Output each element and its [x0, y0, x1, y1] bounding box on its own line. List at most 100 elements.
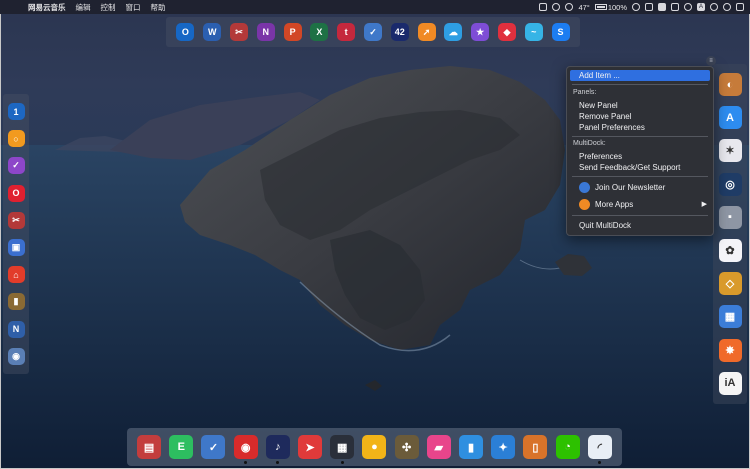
app-glyph: ◜ — [597, 441, 602, 454]
notification-center-icon[interactable] — [736, 3, 744, 11]
menu-edit[interactable]: 编辑 — [76, 2, 91, 13]
netease-music-app-icon[interactable]: ◉ — [233, 435, 258, 464]
more-apps-menu-item[interactable]: More Apps ▶ — [567, 199, 713, 210]
robot-app-icon[interactable]: ▪ — [718, 205, 742, 229]
flower-app-icon[interactable]: ✸ — [718, 338, 742, 362]
search-status-icon[interactable] — [565, 3, 574, 11]
app-glyph: ▪ — [728, 211, 732, 224]
clock-icon[interactable] — [684, 3, 692, 11]
home-app-icon[interactable]: ⌂ — [7, 266, 25, 284]
running-indicator — [244, 461, 248, 464]
loading-app-icon[interactable]: ◜ — [587, 435, 612, 464]
app-glyph: ➚ — [422, 26, 431, 37]
timer-icon[interactable] — [632, 3, 640, 11]
screen-mirror-icon[interactable] — [658, 3, 666, 11]
weather-app-icon[interactable]: ☁ — [444, 23, 463, 41]
bird-app-icon[interactable]: ➤ — [298, 435, 323, 459]
toolbox-app-icon[interactable]: t — [337, 23, 356, 41]
star-app-icon[interactable]: ★ — [471, 23, 490, 41]
input-source-icon[interactable]: A — [697, 3, 705, 11]
spotlight-icon[interactable] — [723, 3, 731, 11]
app-glyph: ✓ — [208, 441, 219, 454]
temperature-label[interactable]: 47° — [578, 3, 589, 12]
right-dock: ◐ A ✶ ◎ ▪ ✿ ◇ ▦ ✸ iA — [713, 64, 747, 404]
ia-writer-app-icon[interactable]: iA — [718, 371, 742, 395]
preferences-menu-item[interactable]: Preferences — [567, 151, 713, 162]
shield-app-icon[interactable]: ◆ — [497, 23, 516, 41]
apple-icon[interactable] — [10, 3, 18, 12]
send-feedback-menu-item[interactable]: Send Feedback/Get Support — [567, 162, 713, 173]
mosaic-app-icon[interactable]: ▤ — [137, 435, 162, 459]
excel-app-icon[interactable]: X — [310, 23, 329, 41]
menu-separator — [572, 84, 708, 85]
menu-control[interactable]: 控制 — [101, 2, 116, 13]
powerpoint-app-icon[interactable]: P — [283, 23, 302, 41]
bluetooth-icon[interactable] — [671, 3, 679, 11]
shazam-app-icon[interactable]: S — [551, 23, 570, 41]
menu-separator — [572, 215, 708, 216]
quit-multidock-menu-item[interactable]: Quit MultiDock — [567, 220, 713, 231]
paw-app-icon[interactable]: ✓ — [363, 23, 382, 41]
tool-app-icon[interactable]: ✂ — [7, 211, 25, 229]
rocket-app-icon[interactable]: ➚ — [417, 23, 436, 41]
panel-preferences-menu-item[interactable]: Panel Preferences — [567, 122, 713, 133]
door-app-icon[interactable]: ▯ — [523, 435, 548, 459]
tool-app-icon[interactable]: ✂ — [229, 23, 248, 41]
app-glyph: ◉ — [240, 441, 251, 454]
screen-app-icon[interactable]: ▣ — [7, 239, 25, 257]
menu-help[interactable]: 帮助 — [151, 2, 166, 13]
coin-app-icon[interactable]: ● — [362, 435, 387, 459]
ntfs-app-icon[interactable]: N — [7, 320, 25, 338]
add-item-menu-item[interactable]: Add Item ... — [570, 70, 710, 81]
new-panel-menu-item[interactable]: New Panel — [567, 100, 713, 111]
spark-app-icon[interactable]: ✶ — [718, 139, 742, 163]
tasks-app-icon[interactable]: ✓ — [7, 157, 25, 175]
menu-separator — [572, 176, 708, 177]
eraser-app-icon[interactable]: ▰ — [426, 435, 451, 459]
display-icon[interactable] — [539, 3, 548, 11]
battery-indicator[interactable]: 100% — [594, 3, 627, 12]
app-glyph: ▦ — [337, 441, 348, 454]
toolkit-app-icon[interactable]: ✣ — [394, 435, 419, 459]
wechat-app-icon[interactable]: ◔ — [555, 435, 580, 459]
music-bird-app-icon[interactable]: ♪ — [265, 435, 290, 464]
1password-app-icon[interactable]: 1 — [7, 103, 25, 121]
app-glyph: ◎ — [725, 178, 735, 191]
app-glyph: S — [557, 27, 564, 37]
app-glyph: P — [289, 27, 296, 37]
pinwheel-app-icon[interactable]: ✿ — [718, 239, 742, 263]
battery-icon — [594, 4, 607, 10]
opera-app-icon[interactable]: O — [7, 184, 25, 202]
circle-app-icon[interactable]: ○ — [7, 130, 25, 148]
app-store-app-icon[interactable]: A — [718, 106, 742, 130]
word-app-icon[interactable]: W — [203, 23, 222, 41]
disk-app-icon[interactable]: ◉ — [7, 347, 25, 365]
paw-app-icon[interactable]: ✓ — [201, 435, 226, 459]
42-app-icon[interactable]: 42 — [390, 23, 409, 41]
keka-app-icon[interactable]: ◐ — [718, 73, 742, 97]
sync-icon[interactable] — [552, 3, 561, 11]
app-glyph: ▮ — [467, 441, 474, 454]
panel-icon[interactable] — [645, 3, 653, 11]
sketch-app-icon[interactable]: ◇ — [718, 272, 742, 296]
safari-app-icon[interactable]: ✦ — [491, 435, 516, 459]
notebook-app-icon[interactable]: ▮ — [7, 293, 25, 311]
menu-app-name[interactable]: 网易云音乐 — [28, 2, 66, 13]
remove-panel-menu-item[interactable]: Remove Panel — [567, 111, 713, 122]
app-glyph: ★ — [476, 26, 485, 37]
bookmark-app-icon[interactable]: ▮ — [458, 435, 483, 459]
tiles-app-icon[interactable]: ▦ — [718, 305, 742, 329]
target-app-icon[interactable]: ◎ — [718, 172, 742, 196]
outlook-app-icon[interactable]: O — [176, 23, 195, 41]
evernote-app-icon[interactable]: E — [169, 435, 194, 459]
app-glyph: N — [12, 324, 20, 335]
menu-window[interactable]: 窗口 — [126, 2, 141, 13]
cloud-app-icon[interactable]: ~ — [524, 23, 543, 41]
app-glyph: ○ — [13, 133, 19, 144]
app-glyph: ▯ — [532, 441, 539, 454]
calculator-app-icon[interactable]: ▦ — [330, 435, 355, 464]
join-newsletter-menu-item[interactable]: Join Our Newsletter — [567, 182, 713, 193]
wifi-icon[interactable] — [710, 3, 718, 11]
app-glyph: O — [12, 188, 20, 199]
onenote-app-icon[interactable]: N — [256, 23, 275, 41]
